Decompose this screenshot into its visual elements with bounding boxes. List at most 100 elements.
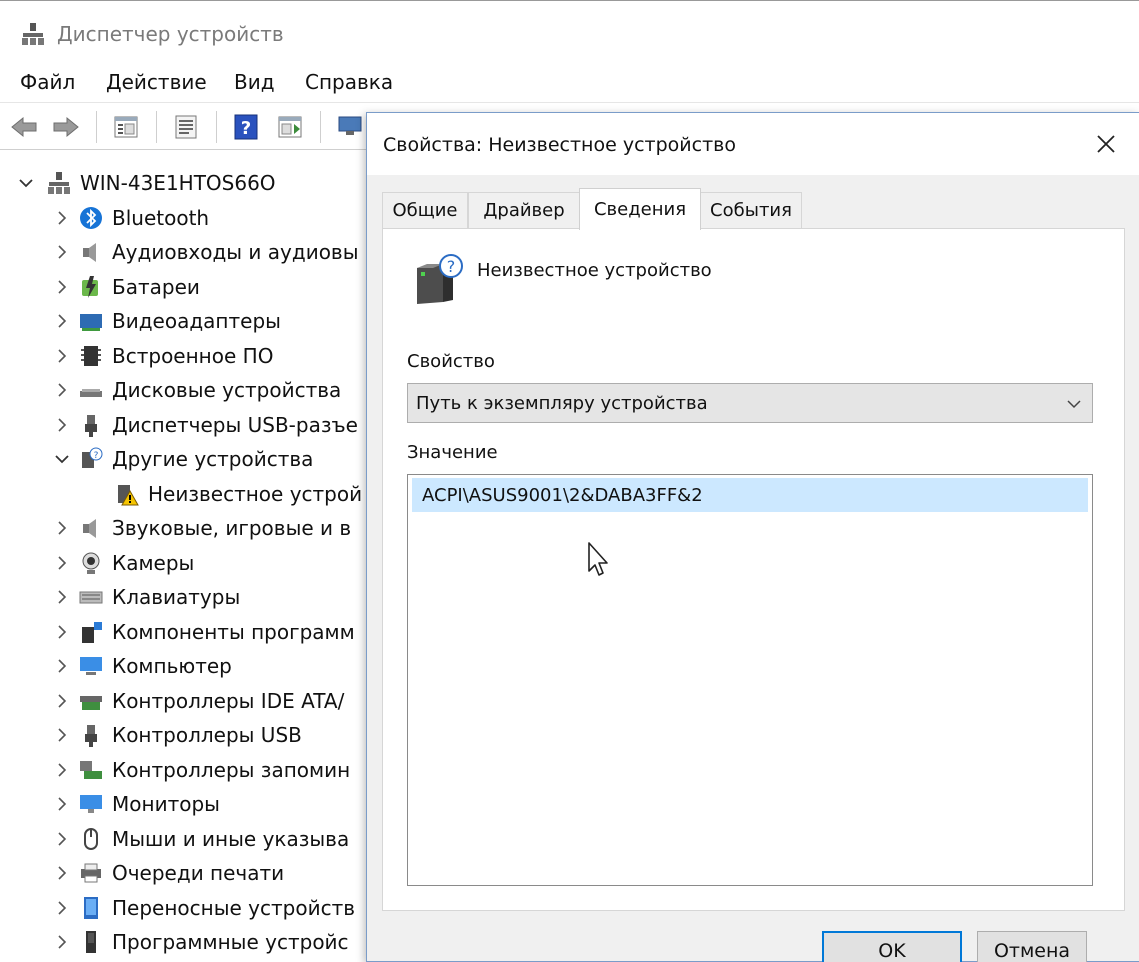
back-arrow-icon[interactable] <box>10 113 38 141</box>
chevron-right-icon[interactable] <box>52 622 72 642</box>
camera-icon <box>82 552 100 574</box>
toolbar-separator <box>96 111 98 143</box>
scan-hardware-icon[interactable] <box>336 113 364 141</box>
chevron-right-icon[interactable] <box>52 829 72 849</box>
tree-root[interactable]: WIN-43E1HTOS66O <box>16 166 276 200</box>
tree-category[interactable]: ? Другие устройства <box>52 442 313 476</box>
tree-category[interactable]: Камеры <box>52 546 194 580</box>
main-title-bar: Диспетчер устройств <box>0 0 1139 62</box>
svg-text:?: ? <box>241 118 251 139</box>
display-adapter-icon <box>80 314 102 331</box>
cancel-button[interactable]: Отмена <box>977 931 1087 962</box>
chevron-right-icon[interactable] <box>52 932 72 952</box>
tree-category[interactable]: Переносные устройств <box>52 891 355 925</box>
tree-item-label: Контроллеры запомин <box>112 757 351 782</box>
chevron-right-icon[interactable] <box>52 898 72 918</box>
menu-action[interactable]: Действие <box>106 70 207 94</box>
chevron-down-icon[interactable] <box>16 173 36 193</box>
tree-item-label: Диспетчеры USB-разъе <box>112 412 358 437</box>
property-dropdown[interactable]: Путь к экземпляру устройства <box>407 383 1093 423</box>
tree-item-label: Звуковые, игровые и в <box>112 516 352 540</box>
tree-category[interactable]: Контроллеры запомин <box>52 753 350 787</box>
dialog-title: Свойства: Неизвестное устройство <box>383 134 736 156</box>
chevron-right-icon[interactable] <box>52 691 72 711</box>
value-listbox[interactable]: ACPI\ASUS9001\2&DABA3FF&2 <box>407 474 1093 886</box>
action-pane-icon[interactable] <box>276 113 304 141</box>
show-hide-console-tree-icon[interactable] <box>112 113 140 141</box>
tree-category[interactable]: Очереди печати <box>52 856 284 890</box>
list-item[interactable]: ACPI\ASUS9001\2&DABA3FF&2 <box>412 478 1088 512</box>
chevron-right-icon[interactable] <box>52 863 72 883</box>
storage-controller-icon <box>80 760 102 779</box>
chevron-right-icon[interactable] <box>52 656 72 676</box>
ok-button[interactable]: OK <box>822 931 962 962</box>
tree-category[interactable]: Встроенное ПО <box>52 339 273 373</box>
help-icon[interactable]: ? <box>232 113 260 141</box>
chevron-right-icon[interactable] <box>52 518 72 538</box>
portable-device-icon <box>84 896 98 919</box>
tree-child-item[interactable]: Неизвестное устрой <box>108 477 362 511</box>
chevron-right-icon[interactable] <box>52 587 72 607</box>
tree-item-label: Камеры <box>112 550 195 575</box>
tree-category[interactable]: Программные устройс <box>52 925 349 959</box>
chevron-right-icon[interactable] <box>52 725 72 745</box>
tab-details[interactable]: Сведения <box>579 188 701 230</box>
toolbar-separator <box>216 111 218 143</box>
chevron-right-icon[interactable] <box>52 346 72 366</box>
tree-item-label: Дисковые устройства <box>112 378 342 402</box>
chevron-right-icon[interactable] <box>52 760 72 780</box>
tree-category[interactable]: Клавиатуры <box>52 580 240 614</box>
menu-bar: Файл Действие Вид Справка <box>0 62 1139 102</box>
chevron-right-icon[interactable] <box>52 415 72 435</box>
speaker-icon <box>83 243 96 262</box>
chevron-down-icon[interactable] <box>52 449 72 469</box>
disk-icon <box>80 389 102 397</box>
tree-item-label: Компоненты программ <box>112 619 355 644</box>
tree-category[interactable]: Мониторы <box>52 787 220 821</box>
software-device-icon <box>86 931 96 953</box>
chevron-right-icon[interactable] <box>52 380 72 400</box>
chevron-right-icon[interactable] <box>52 208 72 228</box>
warning-device-icon <box>118 484 139 505</box>
chevron-right-icon[interactable] <box>52 277 72 297</box>
tree-category[interactable]: Аудиовходы и аудиовы <box>52 235 359 269</box>
printer-icon <box>81 863 101 883</box>
battery-icon <box>82 275 98 298</box>
forward-arrow-icon[interactable] <box>52 113 80 141</box>
tree-category[interactable]: Видеоадаптеры <box>52 304 281 338</box>
mouse-cursor-icon <box>588 542 608 576</box>
tree-item-label: Аудиовходы и аудиовы <box>112 240 359 264</box>
tree-category[interactable]: Контроллеры IDE ATA/ <box>52 684 344 718</box>
tree-category[interactable]: Bluetooth <box>52 201 209 235</box>
chevron-right-icon[interactable] <box>52 311 72 331</box>
tree-category[interactable]: Мыши и иные указыва <box>52 822 349 856</box>
menu-view[interactable]: Вид <box>234 70 275 94</box>
device-name: Неизвестное устройство <box>477 260 712 281</box>
tree-item-label: Встроенное ПО <box>112 343 274 368</box>
menu-file[interactable]: Файл <box>20 70 75 94</box>
device-tree[interactable]: WIN-43E1HTOS66O Bluetooth Аудиовходы и ау… <box>0 150 370 962</box>
menu-help[interactable]: Справка <box>305 70 393 94</box>
window-title: Диспетчер устройств <box>57 22 284 46</box>
tree-item-label: Клавиатуры <box>112 585 241 609</box>
tree-item-label: Батареи <box>112 274 200 299</box>
tab-events[interactable]: События <box>700 192 802 228</box>
tree-item-label: Мониторы <box>112 792 220 816</box>
property-label: Свойство <box>407 351 495 372</box>
chevron-right-icon[interactable] <box>52 794 72 814</box>
chevron-right-icon[interactable] <box>52 553 72 573</box>
tree-category[interactable]: Диспетчеры USB-разъе <box>52 408 358 442</box>
tab-general[interactable]: Общие <box>382 192 468 228</box>
tree-category[interactable]: Контроллеры USB <box>52 718 302 752</box>
monitor-icon <box>80 795 102 813</box>
properties-icon[interactable] <box>172 113 200 141</box>
tree-category[interactable]: Компьютер <box>52 649 232 683</box>
tab-driver[interactable]: Драйвер <box>468 192 580 228</box>
close-icon[interactable] <box>1089 127 1123 161</box>
chevron-right-icon[interactable] <box>52 242 72 262</box>
tree-category[interactable]: Звуковые, игровые и в <box>52 511 351 545</box>
tree-category[interactable]: Компоненты программ <box>52 615 355 649</box>
tree-category[interactable]: Батареи <box>52 270 200 304</box>
tree-category[interactable]: Дисковые устройства <box>52 373 341 407</box>
tree-item-label: Переносные устройств <box>112 895 356 920</box>
